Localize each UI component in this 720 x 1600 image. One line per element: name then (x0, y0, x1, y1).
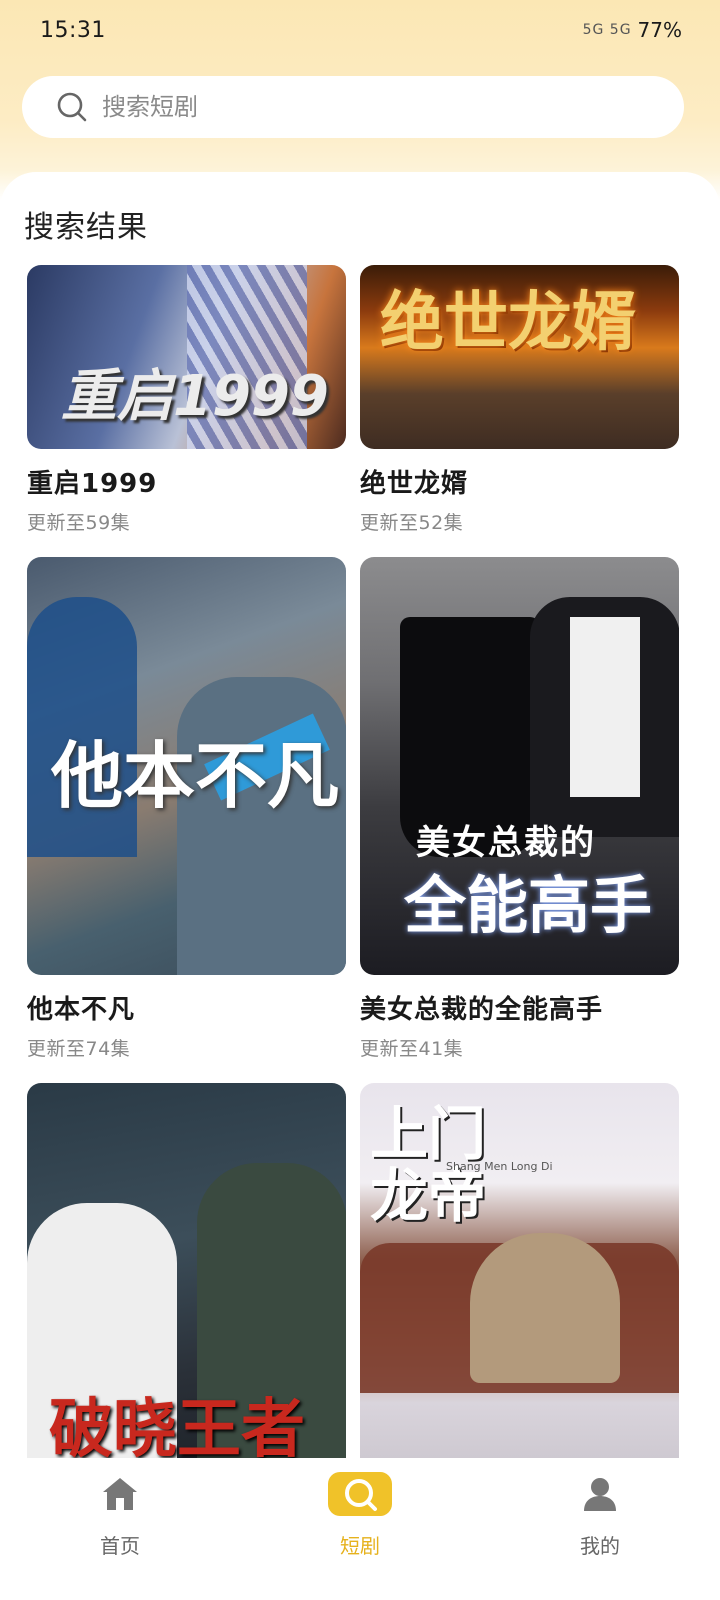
cover-title: 重启1999 (61, 364, 329, 429)
drama-title: 美女总裁的全能高手 (360, 995, 604, 1025)
drama-card[interactable]: 破晓王者 (27, 1083, 346, 1462)
drama-title: 绝世龙婿 (360, 469, 469, 499)
cover-pinyin: Shang Men Long Di (446, 1160, 553, 1173)
drama-card[interactable]: 美女总裁的 全能高手 美女总裁的全能高手 更新至41集 (360, 557, 679, 1061)
nav-item-home[interactable]: 首页 (60, 1472, 180, 1559)
bottom-nav: 首页 短剧 我的 (0, 1458, 720, 1600)
results-sheet: 搜索结果 重启1999 重启1999 更新至59集 绝世龙婿 绝世龙婿 更新至5… (0, 172, 720, 1462)
drama-cover[interactable]: 重启1999 (27, 265, 346, 449)
nav-item-profile[interactable]: 我的 (540, 1472, 660, 1559)
signal-icon: 5G 5G (582, 22, 632, 38)
drama-card[interactable]: 上门龙帝 Shang Men Long Di (360, 1083, 679, 1462)
drama-title: 重启1999 (27, 469, 158, 499)
cover-art (470, 1233, 620, 1383)
drama-cover[interactable]: 他本不凡 (27, 557, 346, 975)
search-icon (56, 91, 88, 123)
search-icon (328, 1472, 392, 1516)
drama-cover[interactable]: 绝世龙婿 (360, 265, 679, 449)
drama-card[interactable]: 绝世龙婿 绝世龙婿 更新至52集 (360, 265, 679, 535)
results-grid: 重启1999 重启1999 更新至59集 绝世龙婿 绝世龙婿 更新至52集 他本… (27, 265, 679, 1462)
cover-title: 破晓王者 (49, 1393, 305, 1462)
nav-label-profile: 我的 (580, 1534, 620, 1558)
battery-level: 77% (637, 18, 682, 42)
nav-label-drama: 短剧 (340, 1534, 380, 1558)
status-time: 15:31 (40, 17, 106, 43)
cover-title: 绝世龙婿 (380, 286, 636, 360)
user-icon (568, 1472, 632, 1516)
drama-title: 他本不凡 (27, 995, 136, 1025)
cover-title: 他本不凡 (51, 734, 340, 818)
episode-status: 更新至52集 (360, 512, 464, 534)
drama-cover[interactable]: 上门龙帝 Shang Men Long Di (360, 1083, 679, 1462)
section-title: 搜索结果 (24, 210, 148, 245)
drama-cover[interactable]: 美女总裁的 全能高手 (360, 557, 679, 975)
drama-card[interactable]: 他本不凡 他本不凡 更新至74集 (27, 557, 346, 1061)
search-input[interactable] (102, 93, 622, 121)
drama-card[interactable]: 重启1999 重启1999 更新至59集 (27, 265, 346, 535)
status-bar: 15:31 5G 5G 77% (0, 0, 720, 60)
home-icon (88, 1472, 152, 1516)
nav-label-home: 首页 (100, 1534, 140, 1558)
nav-item-drama[interactable]: 短剧 (300, 1472, 420, 1559)
search-bar[interactable] (22, 76, 684, 138)
episode-status: 更新至59集 (27, 512, 131, 534)
cover-art (570, 617, 640, 797)
episode-status: 更新至41集 (360, 1038, 464, 1060)
episode-status: 更新至74集 (27, 1038, 131, 1060)
drama-cover[interactable]: 破晓王者 (27, 1083, 346, 1462)
cover-title-bottom: 全能高手 (404, 869, 653, 942)
app-screen: 15:31 5G 5G 77% 搜索结果 重启1999 重启1999 (0, 0, 720, 1600)
status-indicators: 5G 5G 77% (583, 18, 682, 42)
